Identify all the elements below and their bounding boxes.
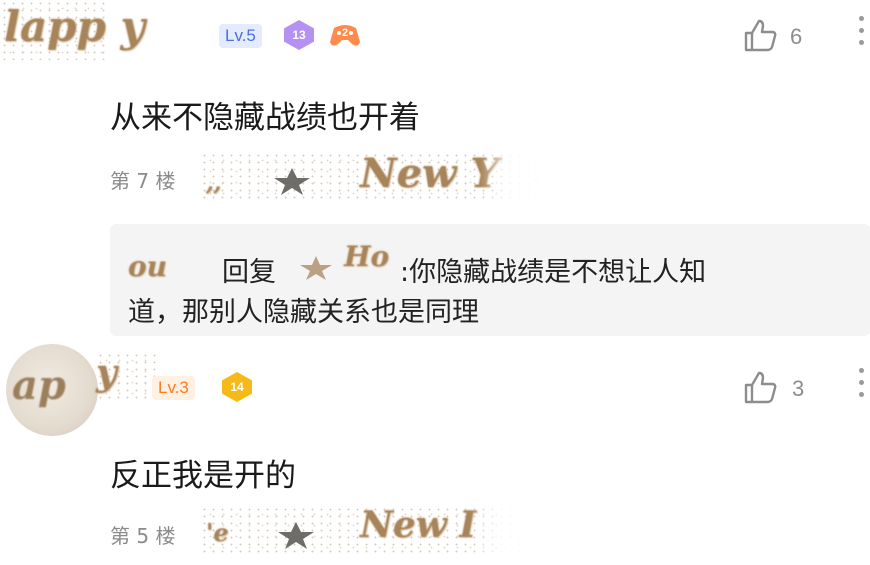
level-badge: Lv.3	[152, 376, 195, 400]
signature-blur: 'e	[206, 518, 229, 547]
comment-list: lapp y Lv.5 13 2 6 从来不隐藏战绩也开着 第 7 楼 ,, N…	[0, 0, 870, 565]
signature-fade	[470, 506, 540, 556]
reply-user-blur: Ho	[344, 240, 390, 273]
star-icon	[278, 522, 314, 549]
username-fade	[150, 4, 220, 46]
thumbs-up-icon[interactable]	[742, 18, 778, 54]
comment-text: 从来不隐藏战绩也开着	[110, 100, 420, 136]
more-options-icon[interactable]	[858, 16, 864, 45]
signature-fade	[480, 150, 550, 200]
thumbs-up-icon[interactable]	[742, 370, 778, 406]
floor-number: 第 5 楼	[110, 524, 176, 548]
fans-level-badge: 13	[284, 20, 314, 50]
fans-level-badge: 14	[222, 372, 252, 402]
level-badge: Lv.5	[219, 24, 262, 48]
signature-blur: New Y	[360, 150, 499, 197]
comment-text: 反正我是开的	[110, 458, 296, 494]
avatar[interactable]: ap	[6, 344, 98, 436]
username-blur[interactable]: lapp y	[4, 2, 145, 51]
more-options-icon[interactable]	[858, 368, 864, 397]
game-badge-icon: 2	[328, 20, 362, 50]
signature-blur: ,,	[206, 170, 222, 196]
floor-number: 第 7 楼	[110, 169, 176, 193]
reply-prefix: 回复	[222, 257, 276, 288]
like-count: 6	[790, 24, 803, 49]
star-icon	[274, 168, 310, 195]
username-blur[interactable]: y	[96, 352, 117, 394]
star-icon	[300, 256, 332, 280]
reply-user-blur: ou	[128, 250, 168, 283]
signature-blur: New I	[360, 504, 477, 546]
reply-line-1: :你隐藏战绩是不想让人知	[400, 257, 707, 288]
reply-line-2: 道，那别人隐藏关系也是同理	[128, 297, 479, 328]
avatar-blur: ap	[12, 362, 66, 409]
like-count: 3	[792, 376, 805, 401]
